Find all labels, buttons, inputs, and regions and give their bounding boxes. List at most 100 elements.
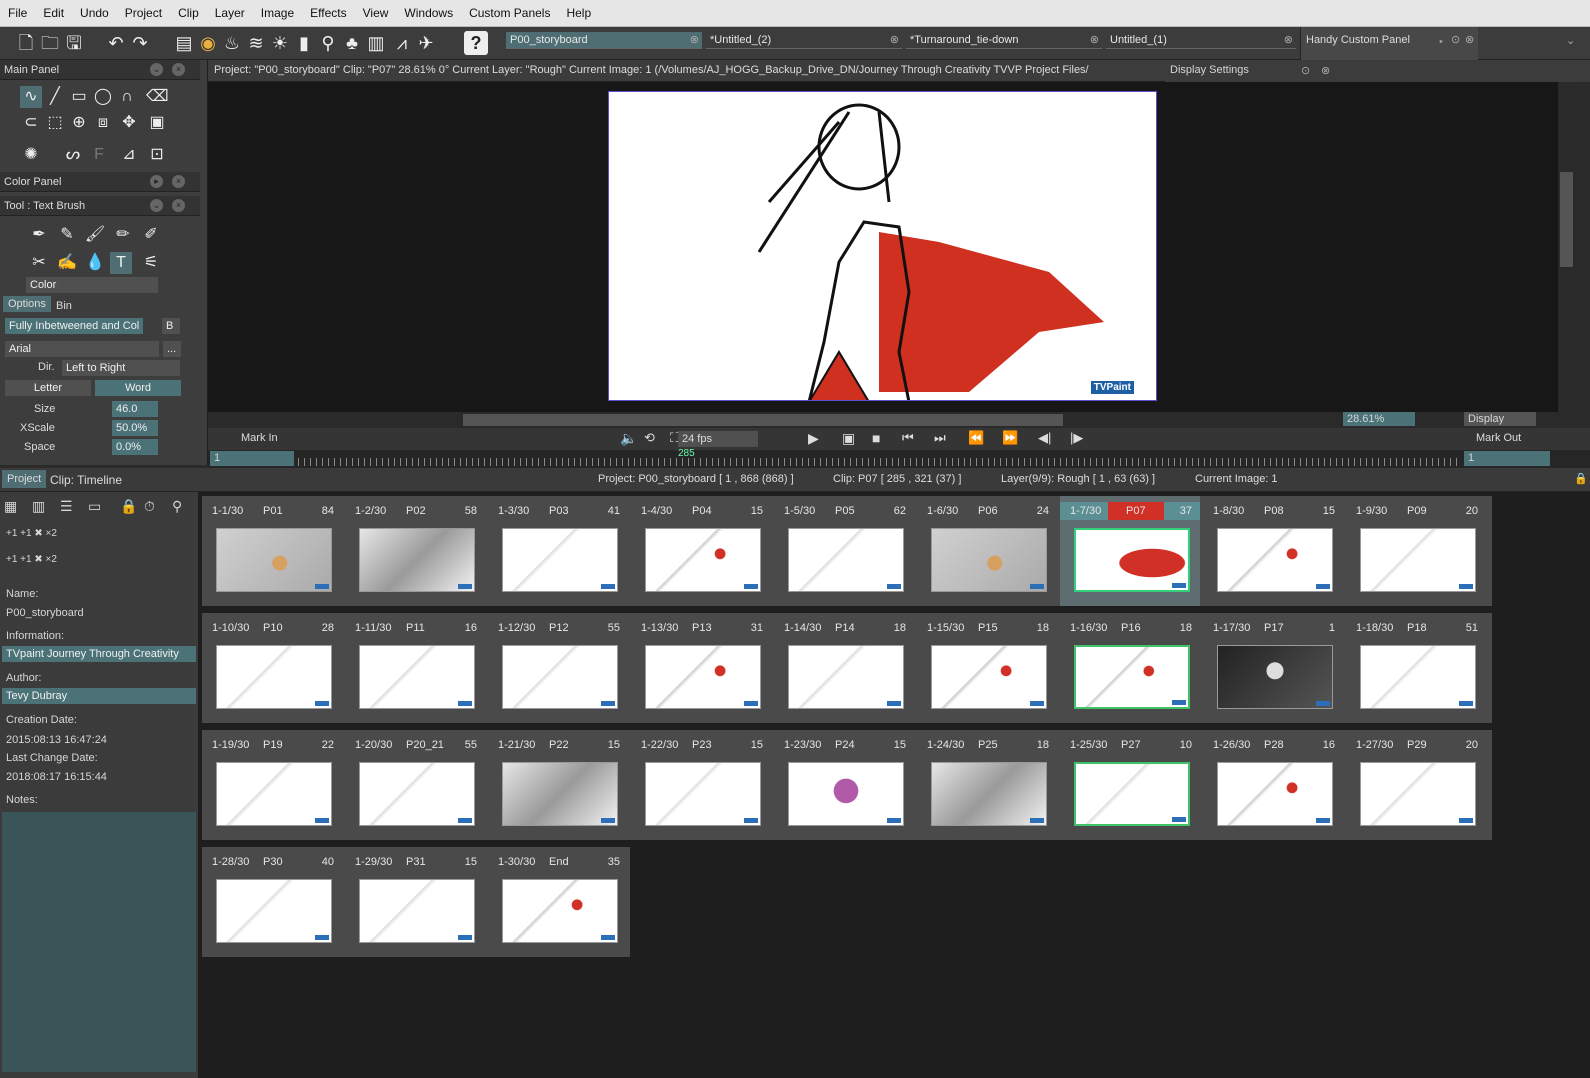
crop-icon[interactable]: ⊡	[146, 144, 168, 166]
camera-icon[interactable]: ▣	[146, 112, 168, 134]
tab-untitled-1[interactable]: Untitled_(1) ⊗	[1106, 32, 1296, 49]
clip-card[interactable]: 1-15/30 P15 18	[917, 613, 1057, 723]
display-settings-panel[interactable]: Display Settings ⊙ ⊗	[1165, 60, 1590, 82]
select-tool-icon[interactable]: ⬚	[44, 112, 66, 134]
clip-card[interactable]: 1-17/30 P17 1	[1203, 613, 1343, 723]
clip-card[interactable]: 1-19/30 P19 22	[202, 730, 342, 840]
clip-thumbnail[interactable]	[216, 879, 332, 943]
airbrush-icon[interactable]: ✐	[140, 224, 162, 246]
line-tool-icon[interactable]: ╱	[44, 86, 66, 108]
tab-untitled-2[interactable]: *Untitled_(2) ⊗	[706, 32, 902, 49]
clip-card[interactable]: 1-20/30 P20_21 55	[345, 730, 485, 840]
lock-icon[interactable]: 🔒	[1574, 472, 1588, 485]
menu-undo[interactable]: Undo	[72, 6, 117, 20]
clip-card[interactable]: 1-5/30 P05 62	[774, 496, 914, 606]
step-forward-icon[interactable]: |▶	[1070, 430, 1083, 446]
warp-icon[interactable]: ✺	[20, 144, 42, 166]
save-icon[interactable]: 🖫	[62, 31, 86, 55]
scroll-thumb[interactable]	[1560, 172, 1573, 267]
stop-icon[interactable]: ■	[872, 430, 880, 446]
author-field[interactable]: Tevy Dubray	[2, 688, 196, 704]
close-icon[interactable]: ⊗	[690, 32, 699, 49]
search-icon[interactable]: ⚲	[316, 31, 340, 55]
clip-thumbnail[interactable]	[1360, 645, 1476, 709]
clip-card[interactable]: 1-6/30 P06 24	[917, 496, 1057, 606]
send-icon[interactable]: ✈	[414, 31, 438, 55]
timeline-ruler[interactable]: 1 285 1	[208, 448, 1590, 468]
menu-custom-panels[interactable]: Custom Panels	[461, 6, 558, 20]
clip-card[interactable]: 1-13/30 P13 31	[631, 613, 771, 723]
stamp-icon[interactable]: ♨	[220, 31, 244, 55]
library-icon[interactable]: ▥	[364, 31, 388, 55]
clip-card[interactable]: 1-29/30 P31 15	[345, 847, 485, 957]
menu-file[interactable]: File	[0, 6, 35, 20]
play-icon[interactable]: ⊙	[1301, 64, 1310, 77]
space-input[interactable]: 0.0%	[112, 439, 158, 455]
mark-out-label[interactable]: Mark Out	[1476, 432, 1521, 444]
tab-p00-storyboard[interactable]: P00_storyboard ⊗	[506, 32, 702, 49]
scroll-thumb[interactable]	[463, 414, 1063, 426]
clip-thumbnail[interactable]	[1074, 528, 1190, 592]
clip-thumbnail[interactable]	[359, 879, 475, 943]
lock-icon[interactable]: 🔒	[120, 498, 137, 515]
grid-view-icon[interactable]: ▦	[4, 498, 17, 515]
letter-button[interactable]: Letter	[5, 380, 91, 396]
clip-thumbnail[interactable]	[645, 645, 761, 709]
mark-in-label[interactable]: Mark In	[241, 432, 278, 444]
clip-thumbnail[interactable]	[216, 528, 332, 592]
clip-thumbnail[interactable]	[359, 528, 475, 592]
next-key-icon[interactable]: ⏩	[1002, 430, 1018, 446]
zoom-tool-icon[interactable]: ⊕	[68, 112, 90, 134]
close-icon[interactable]: ×	[172, 199, 185, 212]
clip-thumbnail[interactable]	[788, 762, 904, 826]
clip-thumbnail[interactable]	[359, 762, 475, 826]
add-clip-icon[interactable]: +1 +1 ✖ ×2	[6, 528, 57, 539]
marker-brush-icon[interactable]: ✎	[56, 224, 78, 246]
spiral-icon[interactable]: ᔕ	[62, 144, 84, 166]
play-icon[interactable]: ▶	[808, 430, 819, 447]
clip-thumbnail[interactable]	[1360, 528, 1476, 592]
clip-thumbnail[interactable]	[931, 762, 1047, 826]
menu-help[interactable]: Help	[558, 6, 599, 20]
panel-shape-icon[interactable]: ⊿	[118, 144, 140, 166]
stop-loop-icon[interactable]: ▣	[842, 430, 855, 447]
mark-out-field[interactable]: 1	[1464, 451, 1550, 466]
new-file-icon[interactable]: 🗋	[14, 31, 38, 55]
lasso-select-icon[interactable]: ⊂	[20, 112, 42, 134]
chalk-icon[interactable]: ✍	[56, 252, 78, 274]
clip-card[interactable]: 1-7/30 P07 37	[1060, 496, 1200, 606]
text-tool-icon[interactable]: T	[110, 252, 132, 274]
clip-card[interactable]: 1-3/30 P03 41	[488, 496, 628, 606]
clip-card[interactable]: 1-14/30 P14 18	[774, 613, 914, 723]
close-icon[interactable]: ⊗	[1465, 33, 1474, 46]
freehand-tool-icon[interactable]: ∿	[20, 86, 42, 108]
clip-thumbnail[interactable]	[502, 762, 618, 826]
clip-thumbnail[interactable]	[1074, 645, 1190, 709]
clip-card[interactable]: 1-11/30 P11 16	[345, 613, 485, 723]
clip-thumbnail[interactable]	[502, 645, 618, 709]
clip-card[interactable]: 1-18/30 P18 51	[1346, 613, 1486, 723]
pencil-brush-icon[interactable]: ✏	[112, 224, 134, 246]
clip-thumbnail[interactable]	[931, 645, 1047, 709]
panel-menu-icon[interactable]: •	[1439, 36, 1443, 48]
collapse-icon[interactable]: ⌄	[150, 199, 163, 212]
color-select[interactable]: Color	[26, 277, 158, 293]
clip-thumbnail[interactable]	[502, 879, 618, 943]
clip-card[interactable]: 1-24/30 P25 18	[917, 730, 1057, 840]
clip-thumbnail[interactable]	[1217, 645, 1333, 709]
clip-card[interactable]: 1-1/30 P01 84	[202, 496, 342, 606]
clip-card[interactable]: 1-25/30 P27 10	[1060, 730, 1200, 840]
xscale-input[interactable]: 50.0%	[112, 420, 158, 436]
direction-select[interactable]: Left to Right	[62, 360, 180, 376]
move-icon[interactable]: ✥	[118, 112, 140, 134]
redo-icon[interactable]: ↷	[128, 31, 152, 55]
film-strip-icon[interactable]: ▮	[292, 31, 316, 55]
information-field[interactable]: TVpaint Journey Through Creativity	[2, 646, 196, 662]
fill-tool-icon[interactable]: F	[88, 144, 110, 166]
clip-card[interactable]: 1-10/30 P10 28	[202, 613, 342, 723]
close-icon[interactable]: ⊗	[1090, 32, 1099, 49]
clip-thumbnail[interactable]	[1360, 762, 1476, 826]
step-back-icon[interactable]: ◀|	[1038, 430, 1051, 446]
layers-icon[interactable]: ≋	[244, 31, 268, 55]
fx-icon[interactable]: ♣	[340, 31, 364, 55]
